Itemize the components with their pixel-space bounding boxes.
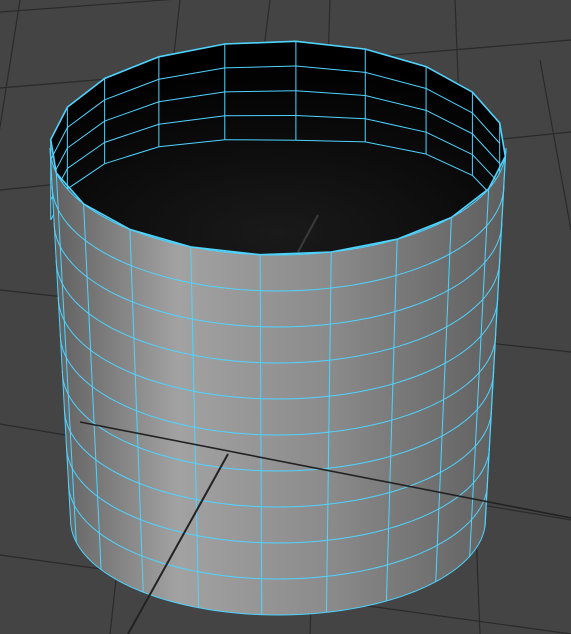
ring-edge (244, 469, 256, 471)
viewport-canvas[interactable] (0, 0, 571, 634)
ring-edge (299, 613, 311, 615)
ring-edge (300, 397, 313, 399)
3d-viewport[interactable] (0, 0, 571, 634)
ring-edge (243, 433, 256, 435)
ring-edge (243, 361, 255, 363)
ring-edge (245, 577, 257, 579)
ring-edge (244, 541, 256, 543)
ring-edge (301, 325, 314, 327)
ring-edge (300, 433, 313, 435)
ring-edge (299, 577, 311, 579)
ring-edge (242, 325, 255, 327)
ring-edge (244, 505, 256, 507)
ring-edge (300, 541, 312, 543)
ring-edge (300, 469, 312, 471)
ring-edge (301, 361, 313, 363)
ring-edge (243, 397, 256, 399)
ring-edge (300, 505, 312, 507)
ring-edge (245, 613, 257, 615)
cylinder-mesh[interactable] (49, 40, 507, 616)
